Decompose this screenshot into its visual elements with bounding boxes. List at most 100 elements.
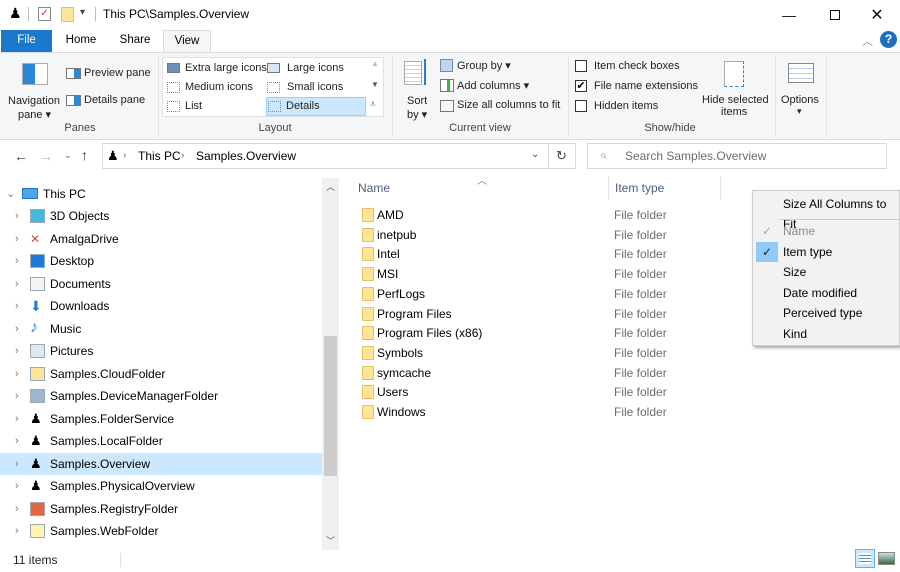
breadcrumb-separator[interactable]: ›	[123, 150, 126, 161]
collapse-chevron-icon[interactable]: ⌄	[6, 183, 15, 205]
preview-pane-button[interactable]: Preview pane	[66, 65, 156, 83]
breadcrumb-separator[interactable]: ›	[181, 150, 184, 161]
nav-item[interactable]: › 3D Objects	[0, 205, 322, 227]
file-row[interactable]: Program Files File folder	[356, 304, 726, 324]
app-icon[interactable]: ♟	[9, 5, 22, 22]
scroll-down-icon[interactable]: ﹀	[326, 534, 335, 547]
tab-file[interactable]: File	[1, 30, 52, 52]
minimize-ribbon-icon[interactable]: ︿	[862, 33, 873, 49]
sort-by-button[interactable]: Sort by ▾	[400, 57, 436, 121]
up-button[interactable]: ↑	[81, 147, 88, 163]
size-all-columns-button[interactable]: Size all columns to fit	[440, 97, 565, 115]
expand-chevron-icon[interactable]: ›	[15, 363, 19, 385]
nav-item-this-pc[interactable]: ⌄ This PC	[0, 183, 322, 205]
file-row[interactable]: Intel File folder	[356, 244, 726, 264]
menu-item-column[interactable]: Date modified	[753, 283, 900, 303]
details-pane-button[interactable]: Details pane	[66, 92, 156, 110]
address-bar[interactable]: ♟ › This PC › Samples.Overview ⌄ ↻	[102, 143, 576, 169]
address-dropdown-icon[interactable]: ⌄	[531, 149, 539, 160]
nav-item[interactable]: › ♪ Music	[0, 318, 322, 340]
file-row[interactable]: Symbols File folder	[356, 343, 726, 363]
nav-item[interactable]: › Samples.DeviceManagerFolder	[0, 385, 322, 407]
navigation-pane-button[interactable]: Navigation pane ▾	[6, 57, 62, 121]
layout-list[interactable]: List	[165, 98, 265, 116]
options-button[interactable]: Options ▾	[778, 57, 824, 119]
breadcrumb-this-pc[interactable]: This PC	[138, 149, 181, 163]
file-row[interactable]: Windows File folder	[356, 402, 726, 422]
nav-item[interactable]: › ✕ AmalgaDrive	[0, 228, 322, 250]
details-view-button[interactable]	[855, 549, 875, 568]
help-icon[interactable]: ?	[880, 31, 897, 48]
expand-chevron-icon[interactable]: ›	[15, 295, 19, 317]
breadcrumb-current[interactable]: Samples.Overview	[196, 149, 296, 163]
expand-chevron-icon[interactable]: ›	[15, 408, 19, 430]
file-row[interactable]: PerfLogs File folder	[356, 284, 726, 304]
close-button[interactable]: ✕	[854, 0, 900, 30]
expand-chevron-icon[interactable]: ›	[15, 273, 19, 295]
nav-item[interactable]: › ⬇ Downloads	[0, 295, 322, 317]
expand-chevron-icon[interactable]: ›	[15, 385, 19, 407]
layout-small-icons[interactable]: Small icons	[267, 79, 367, 97]
tab-view[interactable]: View	[163, 30, 211, 53]
expand-chevron-icon[interactable]: ›	[15, 228, 19, 250]
column-header-item-type[interactable]: Item type	[615, 181, 664, 195]
expand-chevron-icon[interactable]: ›	[15, 453, 19, 475]
nav-item[interactable]: › Desktop	[0, 250, 322, 272]
new-folder-icon[interactable]	[61, 7, 74, 22]
large-icons-view-button[interactable]	[878, 552, 895, 565]
column-divider[interactable]	[720, 176, 721, 200]
file-name-extensions-checkbox[interactable]: ✔	[575, 80, 587, 92]
file-row[interactable]: AMD File folder	[356, 205, 726, 225]
expand-chevron-icon[interactable]: ›	[15, 475, 19, 497]
expand-chevron-icon[interactable]: ›	[15, 250, 19, 272]
expand-chevron-icon[interactable]: ›	[15, 205, 19, 227]
file-row[interactable]: MSI File folder	[356, 264, 726, 284]
item-check-boxes-toggle[interactable]: Item check boxes	[575, 59, 695, 75]
menu-item-column[interactable]: Kind	[753, 324, 900, 344]
search-input[interactable]: Search Samples.Overview	[625, 149, 766, 163]
menu-item-size-all-columns[interactable]: Size All Columns to Fit	[753, 194, 900, 231]
layout-details[interactable]: Details	[266, 97, 366, 116]
nav-item[interactable]: › Documents	[0, 273, 322, 295]
scrollbar-thumb[interactable]	[324, 336, 337, 476]
file-row[interactable]: inetpub File folder	[356, 225, 726, 245]
expand-chevron-icon[interactable]: ›	[15, 340, 19, 362]
back-button[interactable]: ←	[14, 148, 28, 164]
gallery-expand-icon[interactable]: ⩡	[370, 99, 376, 110]
menu-item-column[interactable]: Perceived type	[753, 303, 900, 323]
menu-item-column[interactable]: Size	[753, 262, 900, 282]
expand-chevron-icon[interactable]: ›	[15, 318, 19, 340]
expand-chevron-icon[interactable]: ›	[15, 498, 19, 520]
layout-extra-large-icons[interactable]: Extra large icons	[165, 60, 267, 78]
file-row[interactable]: Users File folder	[356, 382, 726, 402]
gallery-scroll-up-icon[interactable]: ▲	[371, 59, 379, 68]
nav-item[interactable]: › Samples.CloudFolder	[0, 363, 322, 385]
gallery-scroll-down-icon[interactable]: ▼	[371, 80, 379, 89]
file-row[interactable]: symcache File folder	[356, 363, 726, 383]
tab-home[interactable]: Home	[55, 30, 107, 52]
nav-item[interactable]: › ♟ Samples.PhysicalOverview	[0, 475, 322, 497]
scroll-up-icon[interactable]: ︿	[326, 180, 335, 193]
recent-locations-button[interactable]: ⌄	[64, 150, 72, 161]
expand-chevron-icon[interactable]: ›	[15, 520, 19, 542]
group-by-button[interactable]: Group by ▾	[440, 57, 560, 75]
hide-selected-items-button[interactable]: Hide selected items	[700, 57, 772, 119]
minimize-button[interactable]: —	[766, 0, 812, 30]
search-box[interactable]: ⌕ Search Samples.Overview	[587, 143, 887, 169]
tab-share[interactable]: Share	[110, 30, 160, 52]
menu-item-column[interactable]: ✓ Item type	[753, 241, 900, 262]
expand-chevron-icon[interactable]: ›	[15, 430, 19, 452]
refresh-icon[interactable]: ↻	[556, 148, 567, 164]
file-row[interactable]: Program Files (x86) File folder	[356, 323, 726, 343]
nav-item[interactable]: › Samples.RegistryFolder	[0, 498, 322, 520]
layout-medium-icons[interactable]: Medium icons	[165, 79, 265, 97]
nav-item[interactable]: › ♟ Samples.LocalFolder	[0, 430, 322, 452]
maximize-button[interactable]	[812, 0, 858, 30]
properties-icon[interactable]: ✓	[38, 7, 51, 21]
item-check-boxes-checkbox[interactable]	[575, 60, 587, 72]
file-name-extensions-toggle[interactable]: ✔ File name extensions	[575, 79, 700, 95]
nav-item[interactable]: › Pictures	[0, 340, 322, 362]
forward-button[interactable]: →	[39, 148, 53, 164]
column-divider[interactable]	[608, 176, 609, 200]
customize-quick-access-icon[interactable]: ▾	[80, 7, 85, 18]
